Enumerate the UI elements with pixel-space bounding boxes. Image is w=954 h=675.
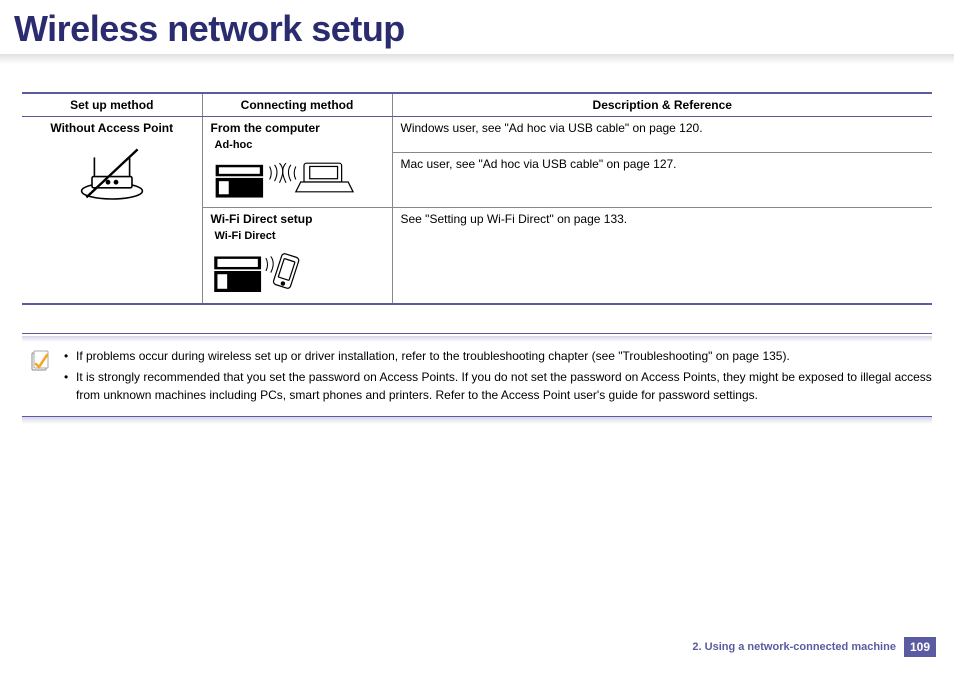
page-number: 109: [904, 637, 936, 657]
th-description: Description & Reference: [392, 93, 932, 117]
footer: 2. Using a network-connected machine 109: [692, 637, 936, 657]
no-access-point-icon: [72, 143, 152, 203]
wifi-direct-icon: [211, 246, 316, 296]
network-table: Set up method Connecting method Descript…: [22, 92, 932, 305]
adhoc-icon: [211, 155, 361, 200]
th-connecting-method: Connecting method: [202, 93, 392, 117]
footer-chapter: 2. Using a network-connected machine: [692, 641, 896, 653]
method-wifi-direct: Wi-Fi Direct setup: [211, 212, 384, 226]
setup-method-label: Without Access Point: [30, 121, 194, 135]
desc-mac: Mac user, see "Ad hoc via USB cable" on …: [392, 153, 932, 208]
desc-wifidirect: See "Setting up Wi-Fi Direct" on page 13…: [392, 208, 932, 305]
page-title: Wireless network setup: [0, 0, 954, 54]
note-item-1: If problems occur during wireless set up…: [64, 348, 932, 365]
method-from-computer: From the computer: [211, 121, 384, 135]
th-setup-method: Set up method: [22, 93, 202, 117]
wifidirect-label: Wi-Fi Direct: [215, 230, 384, 242]
note-icon: [30, 350, 56, 408]
adhoc-label: Ad-hoc: [215, 139, 384, 151]
note-item-2: It is strongly recommended that you set …: [64, 369, 932, 404]
title-underline: [0, 54, 954, 64]
desc-windows: Windows user, see "Ad hoc via USB cable"…: [392, 117, 932, 153]
note-block: If problems occur during wireless set up…: [22, 333, 932, 424]
